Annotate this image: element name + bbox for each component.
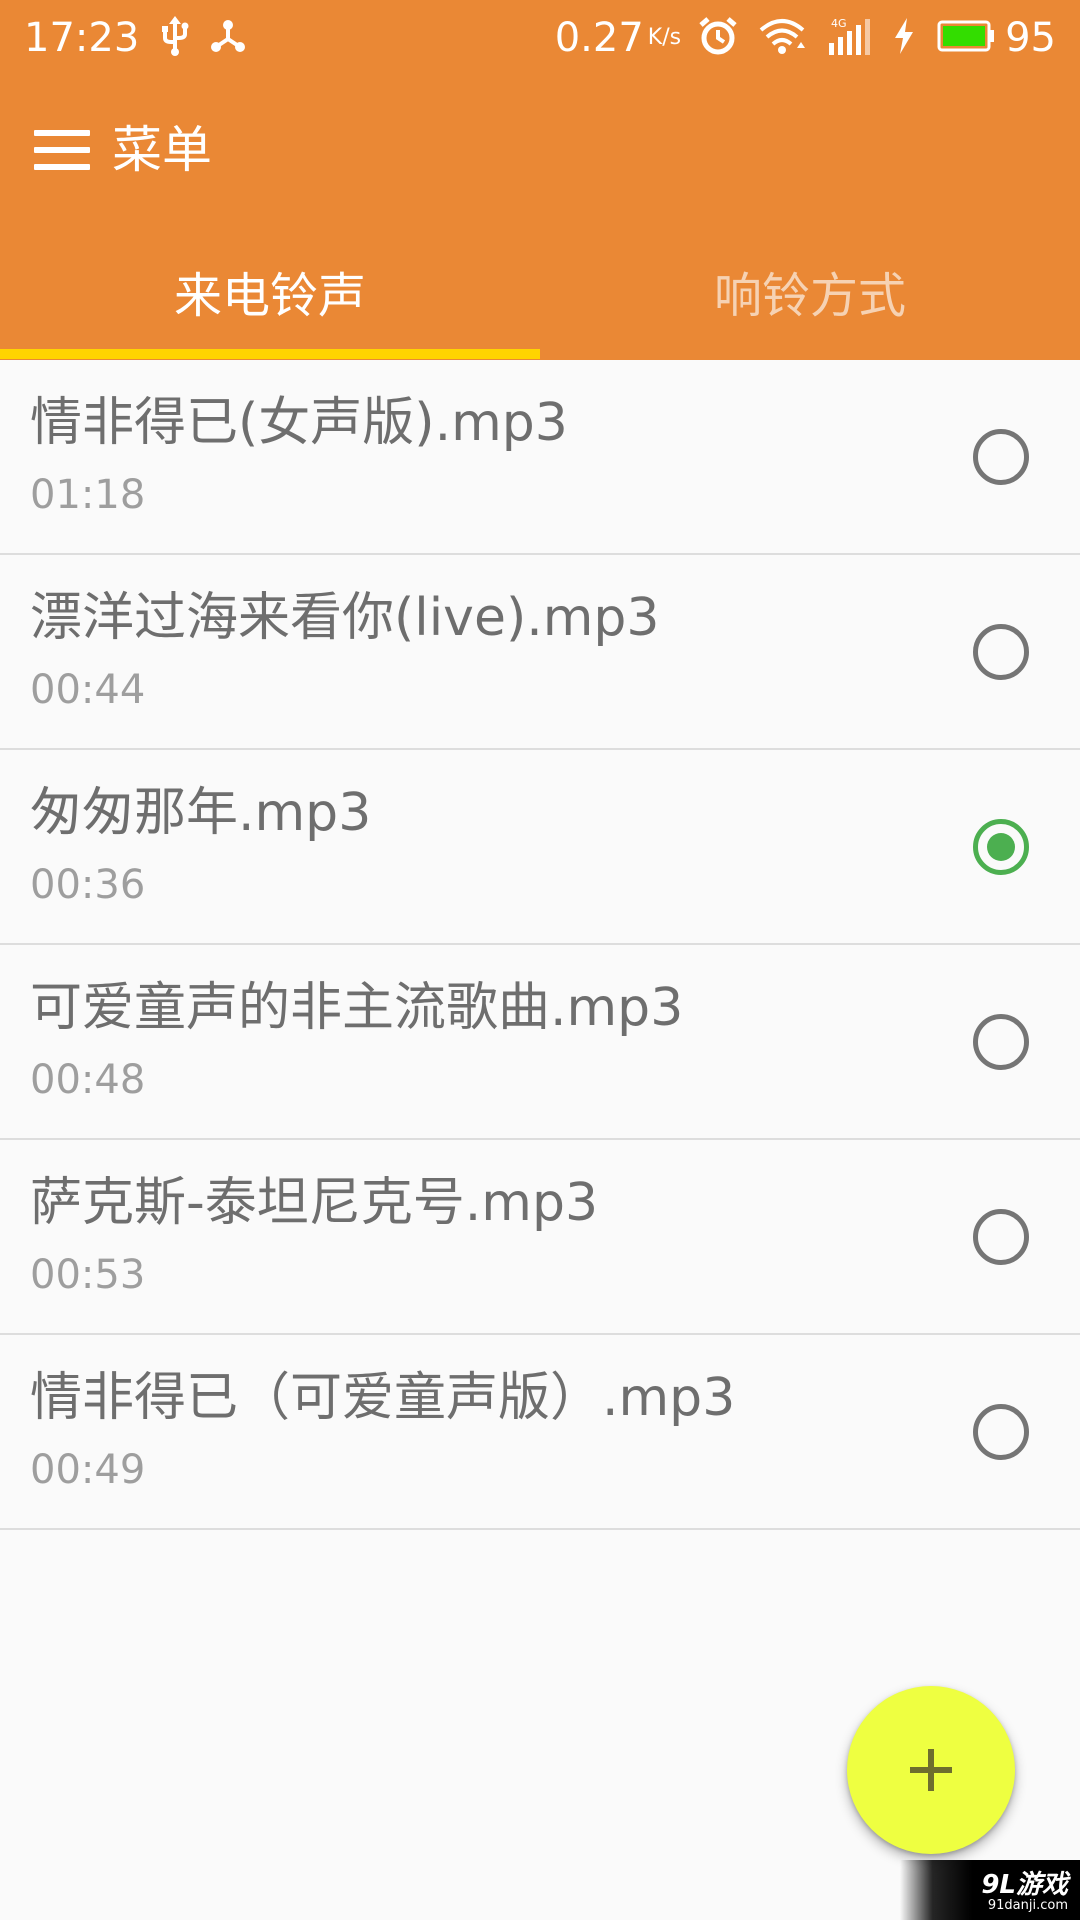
hamburger-icon	[34, 130, 90, 170]
watermark: 9L游戏 91danji.com	[900, 1860, 1080, 1920]
radio-button[interactable]	[973, 1404, 1029, 1460]
tab-label: 响铃方式	[713, 267, 906, 324]
watermark-url: 91danji.com	[987, 1898, 1068, 1913]
alarm-icon	[699, 17, 737, 59]
tab-bar: 来电铃声 响铃方式	[0, 221, 1080, 360]
battery-level: 95	[1005, 15, 1056, 61]
tab-incoming-ringtone[interactable]: 来电铃声	[0, 221, 540, 360]
signal-4g-icon: 4G	[827, 17, 871, 59]
ringtone-duration: 00:49	[30, 1447, 146, 1493]
wifi-icon	[759, 18, 806, 58]
ringtone-list: 情非得已(女声版).mp3 01:18 漂洋过海来看你(live).mp3 00…	[0, 360, 1080, 1530]
app-bar: 菜单	[0, 76, 1080, 221]
radio-button[interactable]	[973, 624, 1029, 680]
watermark-logo: 9L游戏	[981, 1870, 1068, 1900]
list-item[interactable]: 可爱童声的非主流歌曲.mp3 00:48	[0, 945, 1080, 1140]
usb-icon	[161, 16, 189, 60]
list-item[interactable]: 情非得已（可爱童声版）.mp3 00:49	[0, 1335, 1080, 1530]
radio-button[interactable]	[973, 429, 1029, 485]
ringtone-duration: 00:53	[30, 1252, 146, 1298]
svg-text:4G: 4G	[831, 17, 847, 30]
list-item[interactable]: 漂洋过海来看你(live).mp3 00:44	[0, 555, 1080, 750]
tab-label: 来电铃声	[173, 267, 366, 324]
menu-button[interactable]: 菜单	[20, 112, 212, 188]
ringtone-duration: 00:36	[30, 862, 146, 908]
ringtone-name: 萨克斯-泰坦尼克号.mp3	[30, 1173, 599, 1233]
menu-title: 菜单	[112, 121, 212, 179]
plus-icon	[910, 1749, 952, 1791]
ringtone-duration: 01:18	[30, 472, 146, 518]
tab-ring-mode[interactable]: 响铃方式	[540, 221, 1080, 360]
ringtone-name: 漂洋过海来看你(live).mp3	[30, 588, 660, 648]
ringtone-duration: 00:48	[30, 1057, 146, 1103]
status-bar-right: 0.27 K/s 4G 95	[555, 12, 1056, 64]
radio-button[interactable]	[973, 1014, 1029, 1070]
share-icon	[211, 19, 246, 57]
list-item[interactable]: 萨克斯-泰坦尼克号.mp3 00:53	[0, 1140, 1080, 1335]
list-item[interactable]: 匆匆那年.mp3 00:36	[0, 750, 1080, 945]
ringtone-name: 匆匆那年.mp3	[30, 783, 372, 843]
radio-button[interactable]	[973, 819, 1029, 875]
ringtone-duration: 00:44	[30, 667, 146, 713]
status-time: 17:23	[24, 15, 140, 61]
ringtone-name: 可爱童声的非主流歌曲.mp3	[30, 978, 684, 1038]
list-item[interactable]: 情非得已(女声版).mp3 01:18	[0, 360, 1080, 555]
status-bar-left: 17:23	[24, 12, 246, 64]
net-speed: 0.27	[554, 15, 644, 61]
add-ringtone-button[interactable]	[847, 1686, 1015, 1854]
tab-indicator	[0, 349, 540, 359]
status-bar: 17:23 0.27 K/s 4G 95	[0, 0, 1080, 76]
battery-icon	[937, 20, 995, 56]
ringtone-name: 情非得已(女声版).mp3	[30, 393, 568, 453]
charging-icon	[893, 18, 915, 58]
radio-button[interactable]	[973, 1209, 1029, 1265]
ringtone-name: 情非得已（可爱童声版）.mp3	[30, 1368, 736, 1428]
net-speed-unit: K/s	[647, 25, 682, 50]
